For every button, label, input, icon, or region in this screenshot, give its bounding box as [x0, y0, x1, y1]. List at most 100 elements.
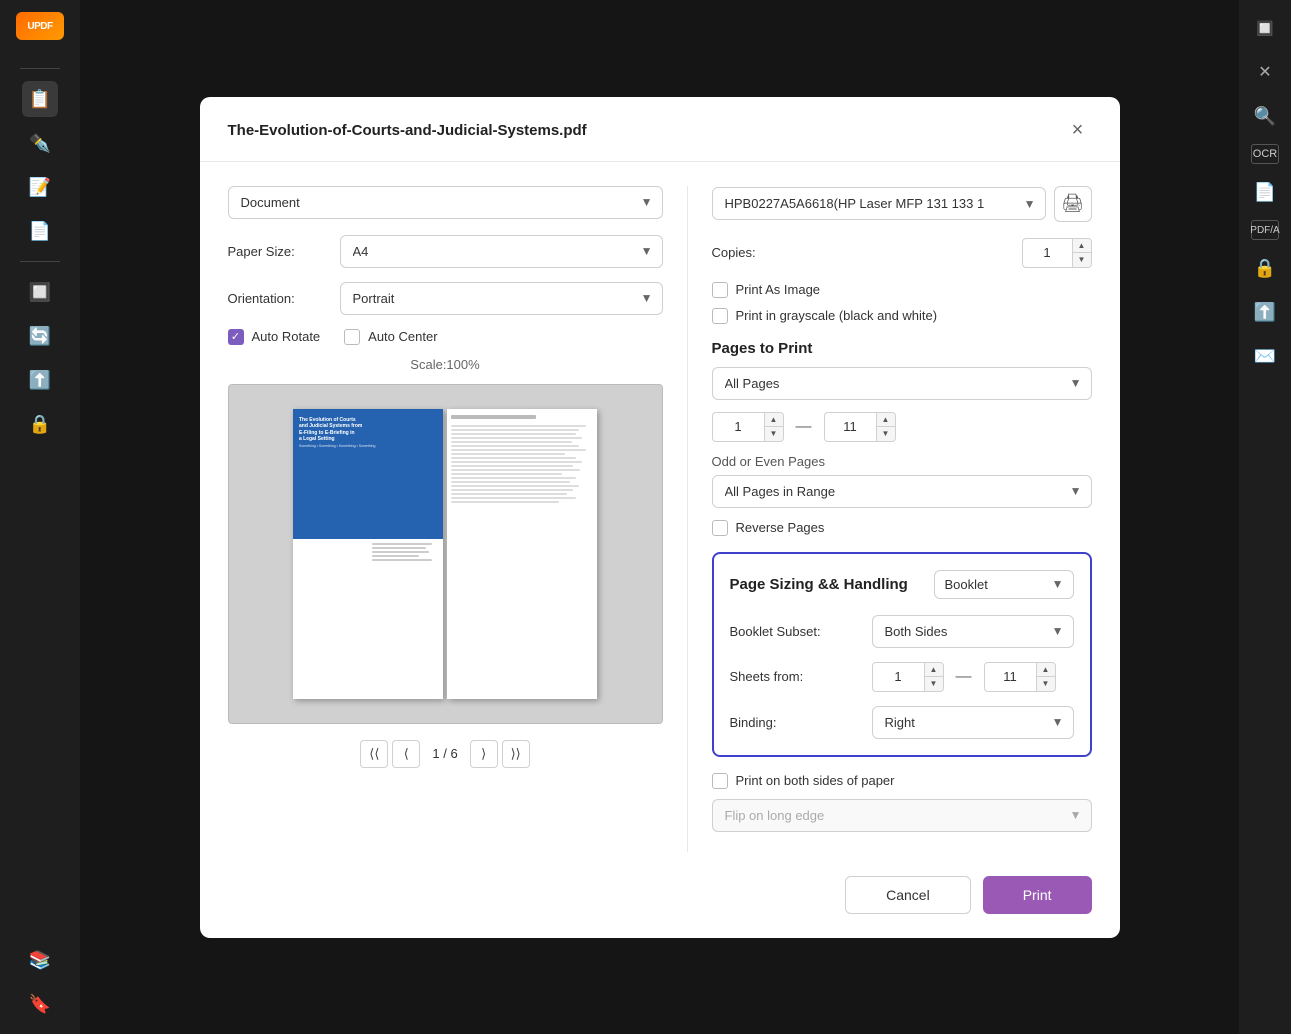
- odd-even-select-wrapper: All Pages in Range Odd Pages Only Even P…: [712, 475, 1092, 508]
- preview-right-line-8: [451, 453, 565, 455]
- orientation-row: Orientation: Portrait Landscape ▼: [228, 282, 663, 315]
- sidebar-icon-edit[interactable]: ✒️: [22, 125, 58, 161]
- sidebar-icon-layers[interactable]: 📚: [22, 942, 58, 978]
- right-icon-protect2[interactable]: 🔒: [1249, 252, 1281, 284]
- right-icon-document2[interactable]: 📄: [1249, 176, 1281, 208]
- printer-icon-button[interactable]: 🖨: [1054, 186, 1092, 222]
- preview-right-line-18: [451, 493, 567, 495]
- paper-size-row: Paper Size: A4 A3 Letter ▼: [228, 235, 663, 268]
- printer-select[interactable]: HPB0227A5A6618(HP Laser MFP 131 133 1: [712, 187, 1046, 220]
- sheets-start-down[interactable]: ▼: [925, 677, 943, 691]
- print-both-sides-row: Print on both sides of paper: [712, 773, 1092, 789]
- reverse-pages-checkbox[interactable]: [712, 520, 728, 536]
- range-start-down[interactable]: ▼: [765, 427, 783, 441]
- range-end-up[interactable]: ▲: [877, 413, 895, 427]
- page-sizing-select[interactable]: Booklet Fit Actual Size: [934, 570, 1074, 599]
- preview-right-line-16: [451, 485, 579, 487]
- preview-line-1: [372, 543, 432, 545]
- close-button[interactable]: ×: [1064, 117, 1092, 145]
- sheets-start-spin: ▲ ▼: [924, 663, 943, 691]
- right-icon-close[interactable]: ✕: [1249, 56, 1281, 88]
- sidebar-icon-export[interactable]: ⬆️: [22, 362, 58, 398]
- paper-size-select-wrapper: A4 A3 Letter ▼: [340, 235, 663, 268]
- copies-up-button[interactable]: ▲: [1073, 239, 1091, 253]
- sheets-end-down[interactable]: ▼: [1037, 677, 1055, 691]
- all-pages-select[interactable]: All Pages Current Page Custom Range: [712, 367, 1092, 400]
- sheets-end-up[interactable]: ▲: [1037, 663, 1055, 677]
- auto-rotate-checkbox[interactable]: [228, 329, 244, 345]
- document-select[interactable]: Document Pages Booklet: [228, 186, 663, 219]
- paper-size-label: Paper Size:: [228, 244, 328, 259]
- preview-white-section: [293, 539, 443, 565]
- binding-row: Binding: Right Left Top Bottom ▼: [730, 706, 1074, 739]
- paper-size-select[interactable]: A4 A3 Letter: [340, 235, 663, 268]
- cancel-button[interactable]: Cancel: [845, 876, 971, 914]
- current-page: 1: [432, 746, 439, 761]
- preview-page-right: [447, 409, 597, 699]
- print-both-sides-checkbox[interactable]: [712, 773, 728, 789]
- right-icon-email[interactable]: ✉️: [1249, 340, 1281, 372]
- dialog-footer: Cancel Print: [200, 876, 1120, 938]
- preview-right-line-13: [451, 473, 562, 475]
- auto-center-checkbox[interactable]: [344, 329, 360, 345]
- right-icon-share[interactable]: ⬆️: [1249, 296, 1281, 328]
- right-icon-minimize[interactable]: 🔲: [1249, 12, 1281, 44]
- print-button[interactable]: Print: [983, 876, 1092, 914]
- printer-select-inner: HPB0227A5A6618(HP Laser MFP 131 133 1 ▼: [712, 187, 1046, 220]
- auto-center-option: Auto Center: [344, 329, 437, 345]
- booklet-subset-row: Booklet Subset: Both Sides Front Side On…: [730, 615, 1074, 648]
- preview-right-line-9: [451, 457, 576, 459]
- sidebar-icon-annotate[interactable]: 📝: [22, 169, 58, 205]
- range-end-down[interactable]: ▼: [877, 427, 895, 441]
- sheets-range: 1 ▲ ▼ — 11 ▲: [872, 662, 1056, 692]
- sheets-start-up[interactable]: ▲: [925, 663, 943, 677]
- flip-edge-select[interactable]: Flip on long edge Flip on short edge: [712, 799, 1092, 832]
- right-icon-pdfa[interactable]: PDF/A: [1251, 220, 1279, 240]
- right-icon-search[interactable]: 🔍: [1249, 100, 1281, 132]
- page-range-row: 1 ▲ ▼ — 11 ▲ ▼: [712, 412, 1092, 442]
- range-end-value: 11: [825, 414, 876, 439]
- sheets-end-input: 11 ▲ ▼: [984, 662, 1056, 692]
- preview-right-line-11: [451, 465, 573, 467]
- sidebar-icon-organize[interactable]: 🔲: [22, 274, 58, 310]
- print-as-image-checkbox[interactable]: [712, 282, 728, 298]
- pagination-bar: ⟨⟨ ⟨ 1 / 6 ⟩ ⟩⟩: [228, 740, 663, 768]
- page-first-button[interactable]: ⟨⟨: [360, 740, 388, 768]
- booklet-subset-inner: Both Sides Front Side Only Back Side Onl…: [872, 615, 1074, 648]
- print-grayscale-checkbox[interactable]: [712, 308, 728, 324]
- preview-area: The Evolution of Courtsand Judicial Syst…: [228, 384, 663, 724]
- auto-center-label: Auto Center: [368, 329, 437, 344]
- sheets-end-spin: ▲ ▼: [1036, 663, 1055, 691]
- booklet-subset-select[interactable]: Both Sides Front Side Only Back Side Onl…: [872, 615, 1074, 648]
- right-toolbar: 🔲 ✕ 🔍 OCR 📄 PDF/A 🔒 ⬆️ ✉️: [1239, 0, 1291, 1034]
- copies-down-button[interactable]: ▼: [1073, 253, 1091, 267]
- sidebar-icon-bookmark[interactable]: 🔖: [22, 986, 58, 1022]
- preview-line-5: [372, 559, 432, 561]
- scale-text: Scale:100%: [228, 357, 663, 372]
- orientation-select[interactable]: Portrait Landscape: [340, 282, 663, 315]
- binding-select[interactable]: Right Left Top Bottom: [872, 706, 1074, 739]
- page-info: 1 / 6: [424, 746, 465, 761]
- page-next-button[interactable]: ⟩: [470, 740, 498, 768]
- page-sizing-header: Page Sizing && Handling Booklet Fit Actu…: [730, 570, 1074, 599]
- sidebar-icon-pages[interactable]: 📄: [22, 213, 58, 249]
- preview-pages: The Evolution of Courtsand Judicial Syst…: [229, 394, 662, 714]
- preview-text-block: [368, 539, 443, 565]
- range-start-up[interactable]: ▲: [765, 413, 783, 427]
- preview-right-heading: [451, 415, 536, 419]
- range-start-input: 1 ▲ ▼: [712, 412, 784, 442]
- page-last-button[interactable]: ⟩⟩: [502, 740, 530, 768]
- sidebar-icon-convert[interactable]: 🔄: [22, 318, 58, 354]
- copies-spinner: 1 ▲ ▼: [1022, 238, 1092, 268]
- page-prev-button[interactable]: ⟨: [392, 740, 420, 768]
- odd-even-select[interactable]: All Pages in Range Odd Pages Only Even P…: [712, 475, 1092, 508]
- sidebar-icon-document[interactable]: 📋: [22, 81, 58, 117]
- copies-row: Copies: 1 ▲ ▼: [712, 238, 1092, 268]
- right-icon-ocr[interactable]: OCR: [1251, 144, 1279, 164]
- preview-right-line-14: [451, 477, 576, 479]
- dialog-body: Document Pages Booklet ▼ Paper Size: A: [200, 162, 1120, 876]
- sidebar-icon-protect[interactable]: 🔒: [22, 406, 58, 442]
- copies-value: 1: [1023, 241, 1072, 264]
- page-sizing-box: Page Sizing && Handling Booklet Fit Actu…: [712, 552, 1092, 757]
- binding-select-inner: Right Left Top Bottom ▼: [872, 706, 1074, 739]
